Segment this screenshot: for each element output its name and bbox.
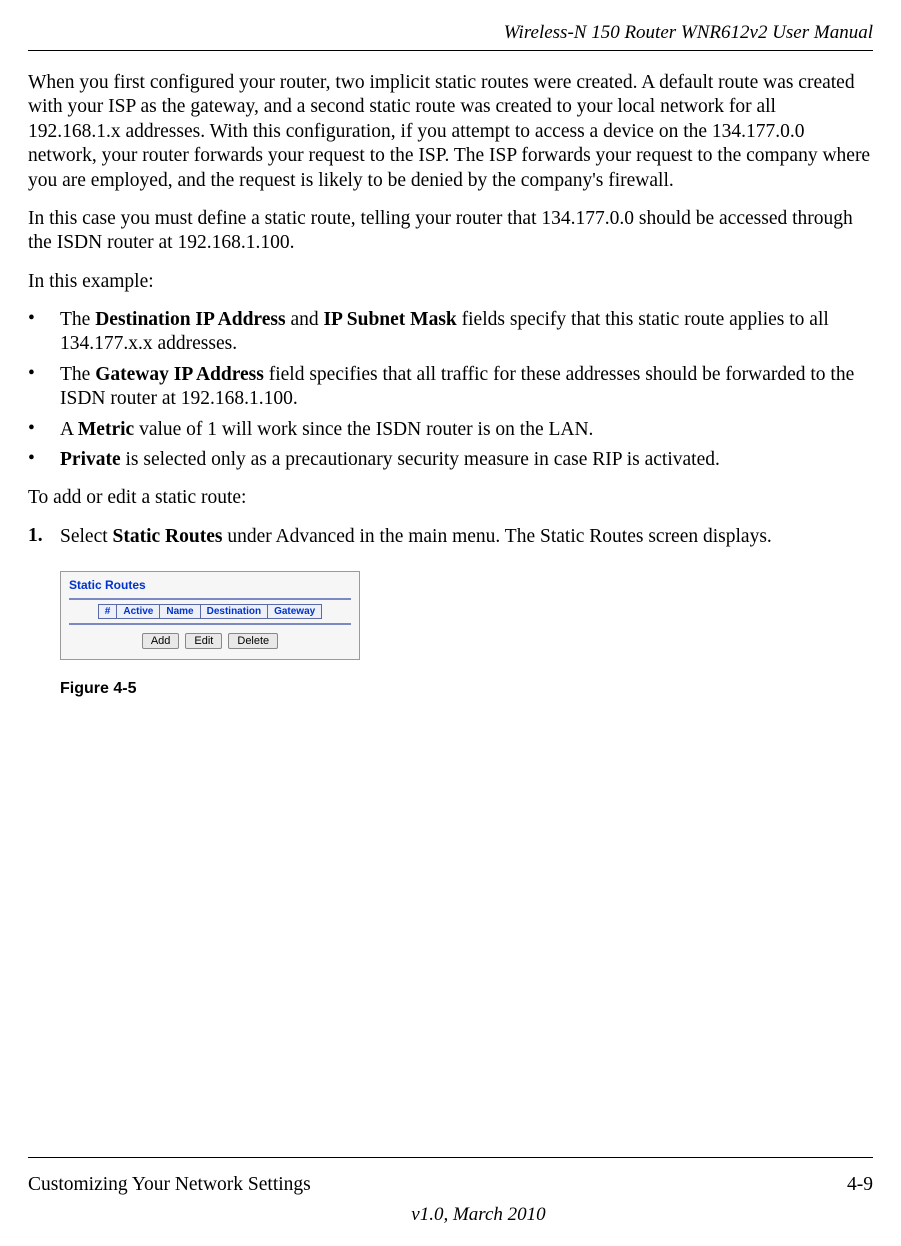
paragraph-add-edit-lead: To add or edit a static route: <box>28 486 873 510</box>
col-active: Active <box>117 605 160 619</box>
col-gateway: Gateway <box>268 605 322 619</box>
paragraph-intro: When you first configured your router, t… <box>28 71 873 193</box>
add-button[interactable]: Add <box>142 633 180 649</box>
col-destination: Destination <box>200 605 267 619</box>
step-number: 1. <box>28 525 60 549</box>
bullet-marker: • <box>28 363 60 412</box>
footer-section: Customizing Your Network Settings <box>28 1174 311 1195</box>
figure-divider <box>69 598 351 600</box>
footer-version: v1.0, March 2010 <box>28 1204 901 1226</box>
figure-caption: Figure 4-5 <box>60 680 873 698</box>
header-rule <box>28 50 873 51</box>
figure-window-title: Static Routes <box>69 578 351 592</box>
step-1: 1. Select Static Routes under Advanced i… <box>28 525 873 549</box>
page-header: Wireless-N 150 Router WNR612v2 User Manu… <box>28 22 873 44</box>
edit-button[interactable]: Edit <box>185 633 222 649</box>
static-routes-screenshot: Static Routes # Active Name Destination … <box>60 571 360 660</box>
paragraph-example-lead: In this example: <box>28 270 873 294</box>
bullet-item-3: • A Metric value of 1 will work since th… <box>28 418 873 442</box>
col-num: # <box>98 605 117 619</box>
bullet-item-2: • The Gateway IP Address field specifies… <box>28 363 873 412</box>
footer-page-number: 4-9 <box>847 1174 873 1196</box>
bullet-item-4: • Private is selected only as a precauti… <box>28 448 873 472</box>
bullet-marker: • <box>28 308 60 357</box>
static-routes-table: # Active Name Destination Gateway <box>98 604 322 619</box>
bullet-item-1: • The Destination IP Address and IP Subn… <box>28 308 873 357</box>
delete-button[interactable]: Delete <box>228 633 278 649</box>
footer-rule <box>28 1157 873 1158</box>
bullet-marker: • <box>28 418 60 442</box>
bullet-marker: • <box>28 448 60 472</box>
figure-divider <box>69 623 351 625</box>
paragraph-define: In this case you must define a static ro… <box>28 207 873 256</box>
col-name: Name <box>160 605 200 619</box>
